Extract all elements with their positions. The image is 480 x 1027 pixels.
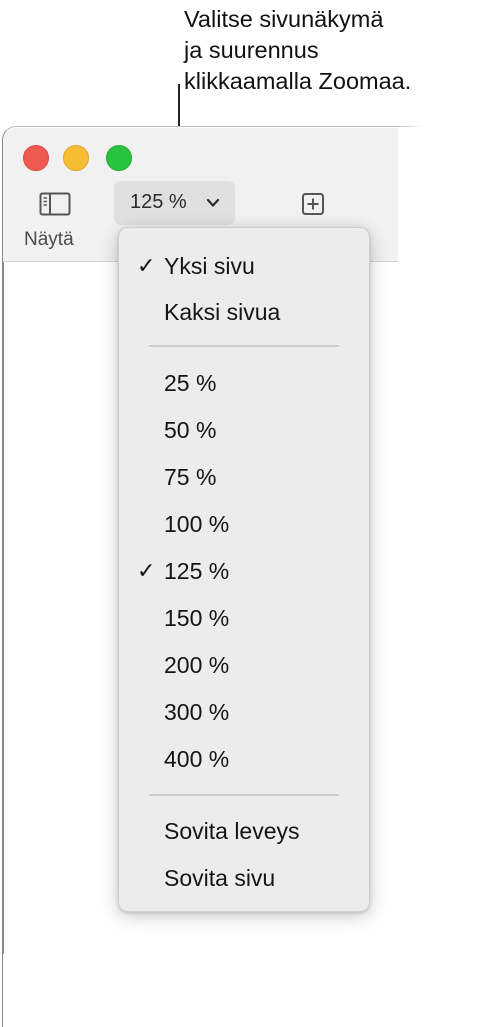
menu-item-label: 200 % <box>164 652 230 678</box>
view-button-label[interactable]: Näytä <box>24 229 74 251</box>
minimize-button[interactable] <box>63 145 89 171</box>
menu-item-zoom-125[interactable]: ✓ 125 % <box>119 553 369 591</box>
menu-item-label: Kaksi sivua <box>164 299 281 325</box>
menu-item-two-pages[interactable]: Kaksi sivua <box>119 294 369 332</box>
fullscreen-button[interactable] <box>106 145 132 171</box>
menu-item-zoom-300[interactable]: 300 % <box>119 694 369 732</box>
menu-item-label: 100 % <box>164 511 230 537</box>
zoom-value: 125 % <box>130 191 187 213</box>
menu-item-fit-page[interactable]: Sovita sivu <box>119 860 369 898</box>
checkmark-icon: ✓ <box>137 558 156 583</box>
menu-item-label: 300 % <box>164 699 230 725</box>
close-button[interactable] <box>23 145 49 171</box>
menu-separator <box>149 345 339 347</box>
menu-separator <box>149 794 339 796</box>
menu-item-zoom-50[interactable]: 50 % <box>119 412 369 450</box>
plus-square-icon[interactable] <box>301 192 325 216</box>
menu-item-single-page[interactable]: ✓ Yksi sivu <box>119 248 369 286</box>
chevron-down-icon <box>206 198 220 207</box>
menu-item-label: Yksi sivu <box>164 253 255 279</box>
menu-item-label: 75 % <box>164 464 217 490</box>
menu-item-label: 150 % <box>164 605 230 631</box>
menu-item-zoom-75[interactable]: 75 % <box>119 459 369 497</box>
menu-item-zoom-200[interactable]: 200 % <box>119 647 369 685</box>
callout-text: Valitse sivunäkymä ja suurennus klikkaam… <box>184 6 412 94</box>
zoom-dropdown-button[interactable]: 125 % <box>114 181 235 225</box>
window-edge <box>2 262 4 954</box>
checkmark-icon: ✓ <box>137 253 156 278</box>
menu-item-zoom-25[interactable]: 25 % <box>119 365 369 403</box>
menu-item-label: 125 % <box>164 558 230 584</box>
menu-item-label: Sovita leveys <box>164 818 300 844</box>
menu-item-zoom-150[interactable]: 150 % <box>119 600 369 638</box>
window-fade <box>398 120 480 270</box>
menu-item-label: 400 % <box>164 746 230 772</box>
menu-item-zoom-400[interactable]: 400 % <box>119 741 369 779</box>
menu-item-zoom-100[interactable]: 100 % <box>119 506 369 544</box>
menu-item-label: 25 % <box>164 370 217 396</box>
sidebar-icon[interactable] <box>39 192 71 216</box>
menu-item-label: 50 % <box>164 417 217 443</box>
menu-item-label: Sovita sivu <box>164 865 276 891</box>
menu-item-fit-width[interactable]: Sovita leveys <box>119 813 369 851</box>
zoom-menu: ✓ Yksi sivu Kaksi sivua 25 % 50 % 75 % 1… <box>118 227 370 912</box>
